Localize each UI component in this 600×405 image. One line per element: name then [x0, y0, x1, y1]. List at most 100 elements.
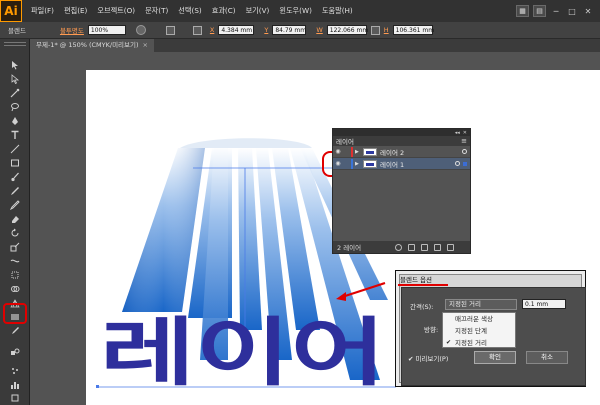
visibility-eye-icon[interactable]: ◉	[333, 160, 343, 167]
ok-button[interactable]: 확인	[474, 351, 516, 364]
expand-triangle-icon[interactable]: ▶	[355, 149, 363, 155]
locate-object-icon[interactable]	[395, 243, 403, 251]
new-sublayer-icon[interactable]	[421, 243, 429, 251]
selection-indicator-icon	[463, 161, 467, 166]
layer-row-2[interactable]: ◉ ▶ 레이어 2	[333, 146, 470, 158]
clipping-mask-icon[interactable]	[408, 243, 416, 251]
orientation-label: 방향:	[424, 326, 439, 334]
blob-brush-icon[interactable]	[9, 200, 21, 210]
target-circle-icon[interactable]	[455, 161, 460, 166]
menu-effect[interactable]: 효과(C)	[207, 6, 241, 16]
rotate-icon[interactable]	[9, 228, 21, 238]
illustrator-window: Ai 파일(F) 편집(E) 오브젝트(O) 문자(T) 선택(S) 효과(C)…	[0, 0, 600, 405]
w-label[interactable]: W	[316, 26, 322, 34]
document-tab-title: 무제-1* @ 150% (CMYK/미리보기)	[36, 41, 139, 49]
spacing-select[interactable]: 지정된 거리	[445, 299, 517, 310]
shape-builder-icon[interactable]	[9, 284, 21, 294]
lasso-icon[interactable]	[9, 102, 21, 112]
option-specified-steps[interactable]: 지정된 단계	[443, 325, 515, 337]
spacing-selected: 지정된 거리	[449, 300, 481, 308]
layer-name[interactable]: 레이어 1	[380, 159, 455, 169]
new-layer-icon[interactable]	[434, 243, 442, 251]
eraser-icon[interactable]	[9, 214, 21, 224]
visibility-eye-icon[interactable]: ◉	[333, 148, 343, 155]
x-label[interactable]: X	[210, 26, 214, 34]
layers-titlebar[interactable]: ◂◂ ✕	[333, 129, 470, 136]
spacing-dropdown-menu: 매끄러운 색상 지정된 단계 지정된 거리	[442, 312, 516, 349]
spacing-label: 간격(S):	[410, 303, 434, 311]
panel-menu-icon[interactable]: ≡	[461, 137, 467, 145]
menu-window[interactable]: 윈도우(W)	[274, 6, 317, 16]
blend-icon[interactable]	[9, 347, 21, 357]
pen-icon[interactable]	[9, 116, 21, 126]
arrange-documents-button[interactable]: ▤	[533, 5, 546, 17]
layer-row-1[interactable]: ◉ ▶ 레이어 1	[333, 158, 470, 170]
opacity-link[interactable]: 불투명도	[60, 25, 84, 35]
menu-object[interactable]: 오브젝트(O)	[92, 6, 140, 16]
layer-thumbnail	[363, 147, 377, 156]
artboard-icon[interactable]	[9, 393, 21, 403]
opacity-field[interactable]: 100%	[87, 25, 126, 35]
line-icon[interactable]	[9, 144, 21, 154]
document-tab[interactable]: 무제-1* @ 150% (CMYK/미리보기) ×	[30, 39, 154, 52]
constrain-proportions-icon[interactable]	[370, 25, 380, 35]
restore-button[interactable]: □	[566, 7, 578, 16]
recolor-icon[interactable]	[135, 25, 146, 35]
delete-layer-icon[interactable]	[447, 243, 455, 251]
cancel-button[interactable]: 취소	[526, 351, 568, 364]
x-field[interactable]: 4.384 mm	[218, 25, 255, 35]
y-field[interactable]: 84.79 mm	[272, 25, 307, 35]
w-field[interactable]: 122.066 mm	[326, 25, 368, 35]
menu-edit[interactable]: 편집(E)	[59, 6, 92, 16]
bridge-button[interactable]: ▦	[516, 5, 529, 17]
scale-icon[interactable]	[9, 242, 21, 252]
layers-footer: 2 레이어	[333, 241, 470, 253]
direct-selection-icon[interactable]	[9, 74, 21, 84]
collapse-panel-icon[interactable]: ◂◂	[455, 130, 460, 136]
menu-file[interactable]: 파일(F)	[26, 6, 59, 16]
type-icon[interactable]	[9, 130, 21, 140]
layers-tab[interactable]: 레이어	[336, 136, 354, 146]
free-transform-icon[interactable]	[9, 270, 21, 280]
rectangle-icon[interactable]	[9, 158, 21, 168]
target-circle-icon[interactable]	[462, 149, 467, 154]
h-label[interactable]: H	[384, 26, 389, 34]
symbol-sprayer-icon[interactable]	[9, 366, 21, 376]
option-smooth-color[interactable]: 매끄러운 색상	[443, 313, 515, 325]
layers-tab-row: 레이어 ≡	[333, 136, 470, 146]
menu-bar: Ai 파일(F) 편집(E) 오브젝트(O) 문자(T) 선택(S) 효과(C)…	[0, 0, 600, 22]
spacing-distance-field[interactable]: 0.1 mm	[522, 299, 566, 309]
align-icon[interactable]	[165, 25, 175, 35]
close-tab-icon[interactable]: ×	[143, 41, 148, 49]
paintbrush-icon[interactable]	[9, 172, 21, 182]
graph-icon[interactable]	[9, 380, 21, 390]
width-icon[interactable]	[9, 256, 21, 266]
reference-point-icon[interactable]	[192, 25, 202, 35]
menu-select[interactable]: 선택(S)	[173, 6, 206, 16]
title-underline-annotation	[398, 284, 448, 286]
tool-name-label: 블렌드	[8, 27, 26, 35]
close-button[interactable]: ✕	[582, 7, 594, 16]
minimize-button[interactable]: ─	[550, 7, 562, 16]
close-panel-icon[interactable]: ✕	[463, 130, 467, 136]
expand-triangle-icon[interactable]: ▶	[355, 161, 363, 167]
blend-options-dialog: 블렌드 옵션 간격(S): 지정된 거리 0.1 mm 방향: 매끄러운 색상 …	[395, 270, 586, 387]
layer-color-bar	[351, 146, 353, 157]
menu-view[interactable]: 보기(V)	[241, 6, 275, 16]
preview-checkbox[interactable]: ✔ 미리보기(P)	[408, 353, 448, 363]
magic-wand-icon[interactable]	[9, 88, 21, 98]
document-tab-bar: 무제-1* @ 150% (CMYK/미리보기) ×	[30, 39, 600, 52]
menu-type[interactable]: 문자(T)	[140, 6, 173, 16]
h-field[interactable]: 106.361 mm	[392, 25, 434, 35]
pencil-icon[interactable]	[9, 186, 21, 196]
selection-icon[interactable]	[9, 60, 21, 70]
toolbar-grip[interactable]	[4, 42, 26, 46]
window-controls: ▦ ▤ ─ □ ✕	[516, 5, 600, 17]
y-label[interactable]: Y	[264, 26, 268, 34]
layer-name[interactable]: 레이어 2	[380, 147, 462, 157]
menu-help[interactable]: 도움말(H)	[317, 6, 358, 16]
eyedropper-icon[interactable]	[9, 326, 21, 336]
layer-color-bar	[351, 158, 353, 169]
option-specified-distance[interactable]: 지정된 거리	[443, 337, 515, 349]
app-logo: Ai	[0, 0, 22, 22]
